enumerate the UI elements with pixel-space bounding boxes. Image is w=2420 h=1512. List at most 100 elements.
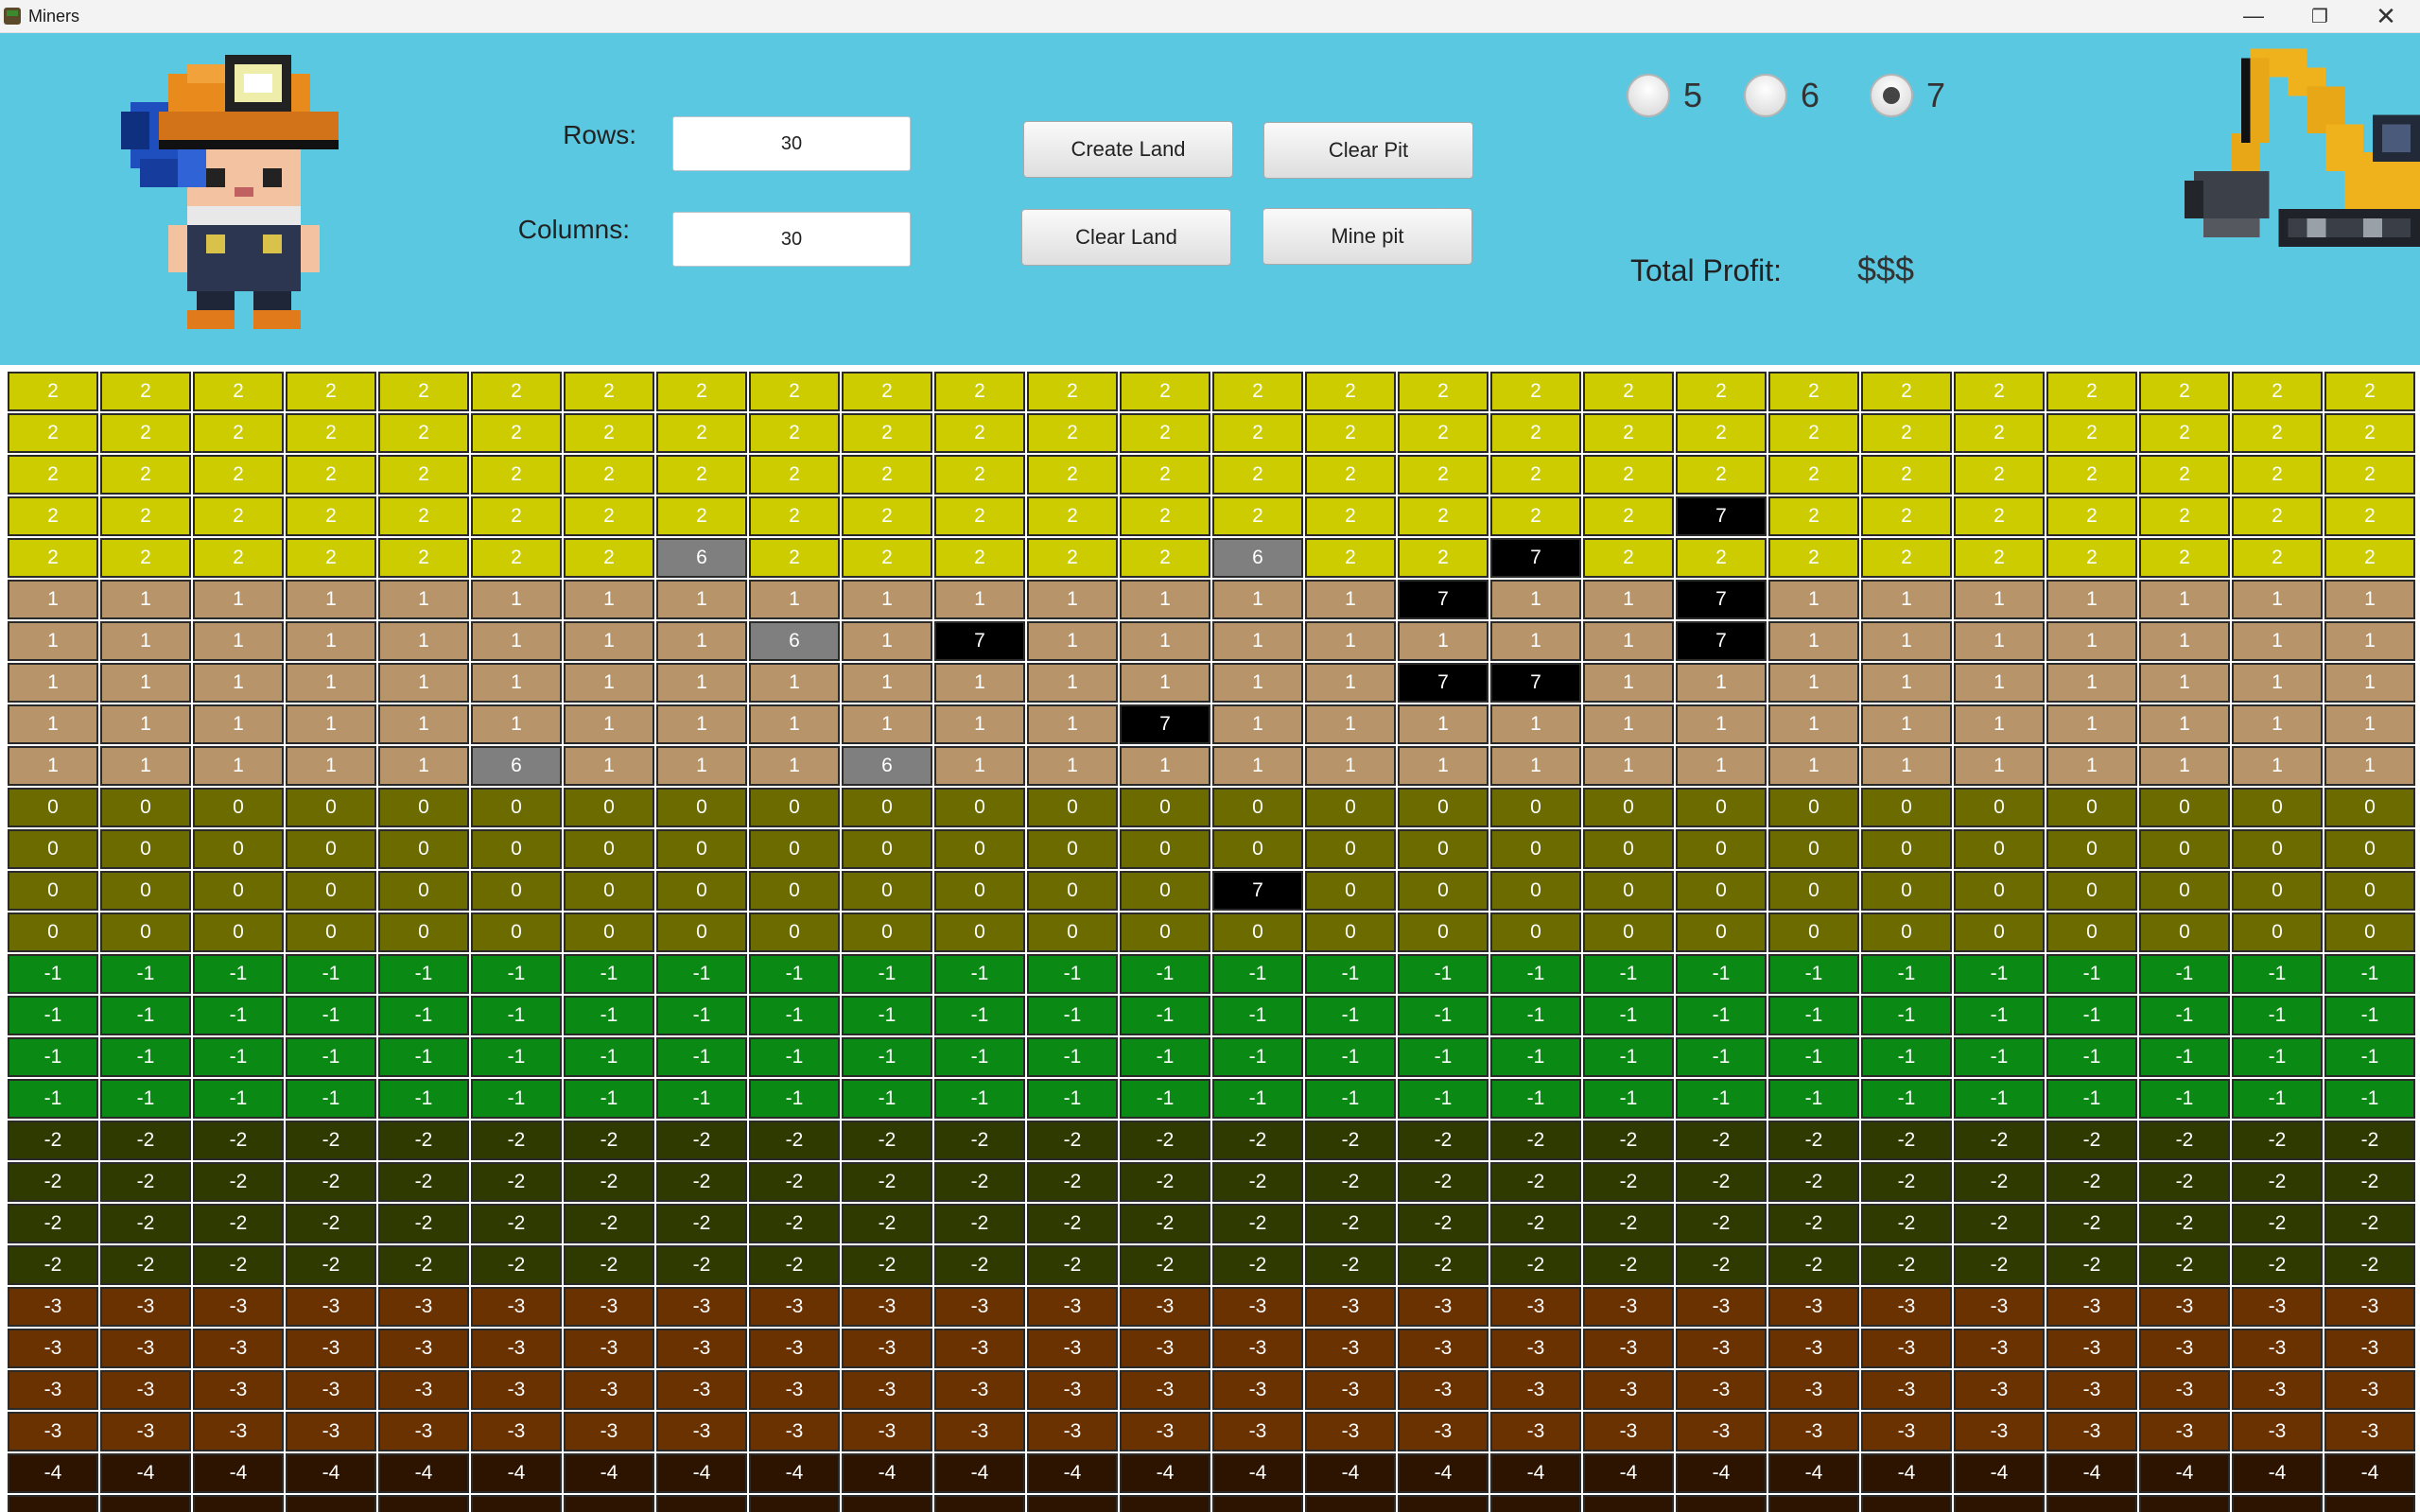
- grid-cell[interactable]: 0: [934, 912, 1025, 952]
- grid-cell[interactable]: 7: [1676, 580, 1767, 619]
- grid-cell[interactable]: 1: [564, 663, 654, 703]
- grid-cell[interactable]: -2: [1490, 1121, 1581, 1160]
- grid-cell[interactable]: 2: [2324, 496, 2415, 536]
- grid-cell[interactable]: -3: [1212, 1287, 1303, 1327]
- grid-cell[interactable]: [749, 1495, 840, 1512]
- grid-cell[interactable]: 0: [1768, 912, 1859, 952]
- grid-cell[interactable]: -3: [1120, 1412, 1210, 1451]
- clear-pit-button[interactable]: Clear Pit: [1263, 122, 1473, 179]
- grid-cell[interactable]: -1: [1676, 1037, 1767, 1077]
- grid-cell[interactable]: -3: [1861, 1370, 1952, 1410]
- grid-cell[interactable]: 2: [564, 413, 654, 453]
- grid-cell[interactable]: 0: [1398, 829, 1489, 869]
- grid-cell[interactable]: 0: [2046, 912, 2137, 952]
- grid-cell[interactable]: [1490, 1495, 1581, 1512]
- grid-cell[interactable]: -1: [1398, 954, 1489, 994]
- grid-cell[interactable]: [1305, 1495, 1396, 1512]
- grid-cell[interactable]: 6: [471, 746, 562, 786]
- grid-cell[interactable]: 1: [1027, 621, 1118, 661]
- grid-cell[interactable]: -1: [1954, 996, 2045, 1035]
- grid-cell[interactable]: 1: [1027, 580, 1118, 619]
- grid-cell[interactable]: -3: [1212, 1329, 1303, 1368]
- grid-cell[interactable]: 0: [1212, 912, 1303, 952]
- grid-cell[interactable]: -1: [100, 1037, 191, 1077]
- grid-cell[interactable]: 0: [564, 788, 654, 827]
- grid-cell[interactable]: -1: [1954, 1079, 2045, 1119]
- grid-cell[interactable]: -3: [193, 1412, 284, 1451]
- grid-cell[interactable]: 2: [842, 496, 932, 536]
- grid-cell[interactable]: 0: [1954, 788, 2045, 827]
- grid-cell[interactable]: 2: [934, 455, 1025, 495]
- grid-cell[interactable]: -2: [1212, 1245, 1303, 1285]
- grid-cell[interactable]: -1: [842, 954, 932, 994]
- grid-cell[interactable]: 1: [286, 580, 376, 619]
- grid-cell[interactable]: -1: [1027, 954, 1118, 994]
- grid-cell[interactable]: 1: [1861, 663, 1952, 703]
- grid-cell[interactable]: -3: [2046, 1370, 2137, 1410]
- grid-cell[interactable]: -1: [378, 954, 469, 994]
- grid-cell[interactable]: 2: [1398, 413, 1489, 453]
- grid-cell[interactable]: 0: [100, 912, 191, 952]
- grid-cell[interactable]: 1: [656, 704, 747, 744]
- grid-cell[interactable]: 2: [1490, 372, 1581, 411]
- grid-cell[interactable]: -2: [1583, 1121, 1674, 1160]
- grid-cell[interactable]: 0: [1583, 871, 1674, 911]
- grid-cell[interactable]: -2: [1398, 1162, 1489, 1202]
- grid-cell[interactable]: 2: [1676, 372, 1767, 411]
- grid-cell[interactable]: -1: [1398, 1037, 1489, 1077]
- grid-cell[interactable]: -3: [1583, 1287, 1674, 1327]
- grid-cell[interactable]: -1: [1305, 996, 1396, 1035]
- grid-cell[interactable]: -1: [1027, 1079, 1118, 1119]
- grid-cell[interactable]: -2: [2046, 1121, 2137, 1160]
- grid-cell[interactable]: 0: [1398, 788, 1489, 827]
- grid-cell[interactable]: -3: [1676, 1329, 1767, 1368]
- grid-cell[interactable]: -1: [749, 996, 840, 1035]
- grid-cell[interactable]: 0: [1954, 829, 2045, 869]
- grid-cell[interactable]: -3: [1398, 1412, 1489, 1451]
- grid-cell[interactable]: -2: [1398, 1204, 1489, 1243]
- grid-cell[interactable]: -1: [100, 954, 191, 994]
- grid-cell[interactable]: -3: [378, 1412, 469, 1451]
- grid-cell[interactable]: 0: [2324, 788, 2415, 827]
- grid-cell[interactable]: -1: [1954, 1037, 2045, 1077]
- grid-cell[interactable]: 2: [1861, 538, 1952, 578]
- grid-cell[interactable]: 1: [100, 621, 191, 661]
- grid-cell[interactable]: -3: [471, 1412, 562, 1451]
- grid-cell[interactable]: 2: [656, 455, 747, 495]
- grid-cell[interactable]: -3: [1954, 1329, 2045, 1368]
- grid-cell[interactable]: 1: [8, 746, 98, 786]
- grid-cell[interactable]: 1: [1954, 704, 2045, 744]
- grid-cell[interactable]: -1: [1027, 1037, 1118, 1077]
- grid-cell[interactable]: 1: [1954, 746, 2045, 786]
- grid-cell[interactable]: 1: [8, 663, 98, 703]
- grid-cell[interactable]: -4: [564, 1453, 654, 1493]
- grid-cell[interactable]: 2: [1490, 455, 1581, 495]
- grid-cell[interactable]: -4: [749, 1453, 840, 1493]
- radio-option-5[interactable]: 5: [1627, 74, 1702, 117]
- grid-cell[interactable]: 0: [749, 829, 840, 869]
- grid-cell[interactable]: 1: [749, 663, 840, 703]
- grid-cell[interactable]: 0: [749, 871, 840, 911]
- grid-cell[interactable]: -3: [1305, 1412, 1396, 1451]
- grid-cell[interactable]: 1: [1305, 704, 1396, 744]
- grid-cell[interactable]: 2: [2046, 496, 2137, 536]
- grid-cell[interactable]: 0: [1398, 871, 1489, 911]
- grid-cell[interactable]: 2: [1027, 372, 1118, 411]
- grid-cell[interactable]: 2: [1768, 455, 1859, 495]
- grid-cell[interactable]: -3: [934, 1329, 1025, 1368]
- grid-cell[interactable]: -1: [2324, 954, 2415, 994]
- grid-cell[interactable]: -2: [749, 1121, 840, 1160]
- grid-cell[interactable]: -3: [1398, 1329, 1489, 1368]
- grid-cell[interactable]: -3: [1861, 1329, 1952, 1368]
- grid-cell[interactable]: 0: [471, 871, 562, 911]
- grid-cell[interactable]: 2: [1954, 455, 2045, 495]
- grid-cell[interactable]: -2: [564, 1121, 654, 1160]
- grid-cell[interactable]: 2: [1676, 413, 1767, 453]
- grid-cell[interactable]: 2: [2324, 413, 2415, 453]
- grid-cell[interactable]: -1: [2046, 954, 2137, 994]
- grid-cell[interactable]: 0: [2139, 871, 2230, 911]
- grid-cell[interactable]: -2: [1120, 1204, 1210, 1243]
- grid-cell[interactable]: -1: [656, 1079, 747, 1119]
- grid-cell[interactable]: 1: [1490, 704, 1581, 744]
- grid-cell[interactable]: -2: [1212, 1204, 1303, 1243]
